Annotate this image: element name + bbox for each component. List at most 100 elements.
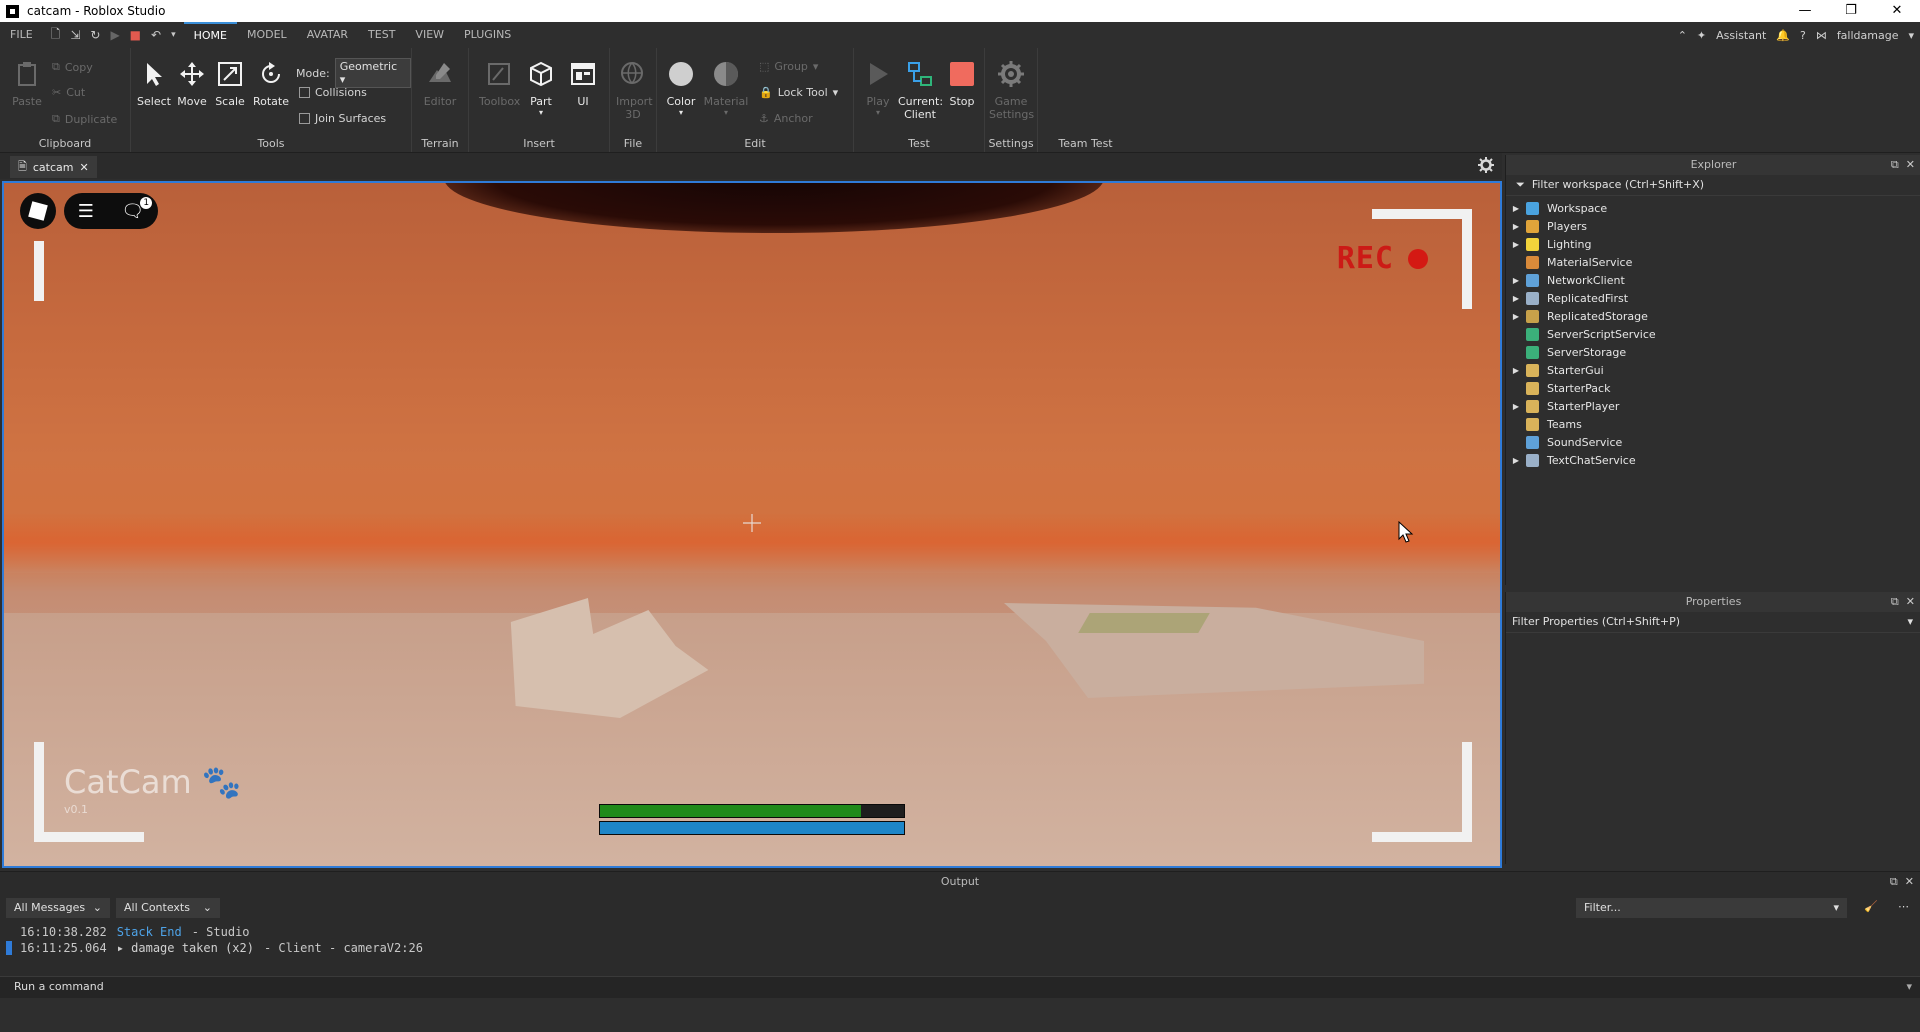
hamburger-menu-icon[interactable]: ☰: [78, 201, 94, 222]
explorer-item[interactable]: SoundService: [1506, 433, 1920, 451]
join-surfaces-toggle[interactable]: Join Surfaces: [299, 112, 386, 125]
explorer-item[interactable]: ▶ ReplicatedStorage: [1506, 307, 1920, 325]
chevron-down-icon[interactable]: ▾: [521, 108, 561, 117]
share-icon[interactable]: ⋈: [1816, 29, 1827, 42]
rotate-button[interactable]: Rotate: [251, 60, 291, 108]
group-button[interactable]: ⬚ Group ▾: [759, 60, 818, 73]
chevron-down-icon[interactable]: ▾: [1906, 980, 1912, 993]
color-button[interactable]: Color ▾: [661, 60, 701, 117]
new-file-icon[interactable]: 🗋: [51, 25, 61, 46]
clear-output-broom-icon[interactable]: 🧹: [1864, 900, 1878, 913]
expand-arrow-icon[interactable]: ▶: [1506, 204, 1526, 213]
expand-arrow-icon[interactable]: ▶: [1506, 240, 1526, 249]
lock-tool-button[interactable]: 🔒 Lock Tool ▾: [759, 86, 838, 99]
all-contexts-dropdown[interactable]: All Contexts ⌄: [116, 898, 220, 918]
explorer-item[interactable]: MaterialService: [1506, 253, 1920, 271]
expand-arrow-icon[interactable]: ▶: [1506, 402, 1526, 411]
chevron-down-icon[interactable]: ▾: [661, 108, 701, 117]
tab-test[interactable]: TEST: [358, 22, 405, 48]
more-options-icon[interactable]: ⋯: [1898, 900, 1909, 913]
explorer-item[interactable]: ServerScriptService: [1506, 325, 1920, 343]
chevron-down-icon[interactable]: ▾: [171, 30, 176, 40]
chevron-down-icon[interactable]: ▾: [1908, 29, 1914, 42]
assistant-button[interactable]: Assistant: [1716, 29, 1766, 42]
properties-filter-input[interactable]: Filter Properties (Ctrl+Shift+P) ▾: [1506, 612, 1920, 633]
play-small-icon[interactable]: ▶: [110, 28, 119, 42]
explorer-item[interactable]: ▶ StarterPlayer: [1506, 397, 1920, 415]
close-panel-icon[interactable]: ✕: [1906, 595, 1915, 608]
command-bar[interactable]: Run a command ▾: [0, 976, 1920, 999]
mode-dropdown[interactable]: Geometric ▾: [334, 58, 411, 88]
explorer-item[interactable]: ServerStorage: [1506, 343, 1920, 361]
collisions-toggle[interactable]: Collisions: [299, 86, 367, 99]
duplicate-button[interactable]: ⧉ Duplicate: [52, 112, 117, 126]
chevron-down-icon[interactable]: ▾: [703, 108, 749, 117]
notifications-icon[interactable]: 🔔: [1776, 29, 1790, 42]
stop-button[interactable]: Stop: [942, 60, 982, 108]
explorer-item[interactable]: ▶ ReplicatedFirst: [1506, 289, 1920, 307]
chat-icon[interactable]: 🗨 1: [121, 196, 153, 222]
chevron-down-icon[interactable]: ▾: [858, 108, 898, 117]
join-surfaces-checkbox[interactable]: [299, 113, 310, 124]
play-button[interactable]: Play ▾: [858, 60, 898, 117]
explorer-item[interactable]: ▶ Workspace: [1506, 199, 1920, 217]
viewport-settings-gear-icon[interactable]: [1478, 157, 1494, 173]
redo-icon[interactable]: ↻: [90, 28, 100, 42]
output-filter-input[interactable]: Filter... ▾: [1576, 898, 1847, 918]
explorer-item[interactable]: ▶ Players: [1506, 217, 1920, 235]
game-viewport[interactable]: ☰ 🗨 1 REC CatCam 🐾 v0.1: [2, 181, 1502, 868]
roblox-menu-button[interactable]: [20, 193, 56, 229]
maximize-icon[interactable]: ❐: [1828, 0, 1874, 22]
tab-model[interactable]: MODEL: [237, 22, 297, 48]
minimize-icon[interactable]: —: [1782, 0, 1828, 22]
move-button[interactable]: Move: [175, 60, 209, 108]
explorer-item[interactable]: ▶ TextChatService: [1506, 451, 1920, 469]
expand-arrow-icon[interactable]: ▶: [1506, 222, 1526, 231]
chevron-down-icon[interactable]: ▾: [1907, 612, 1913, 632]
paste-button[interactable]: Paste: [8, 60, 46, 108]
expand-arrow-icon[interactable]: ▶: [1506, 312, 1526, 321]
open-file-icon[interactable]: ⇲: [70, 28, 80, 42]
explorer-filter-input[interactable]: ⏷ Filter workspace (Ctrl+Shift+X): [1506, 175, 1920, 196]
import-3d-button[interactable]: Import 3D: [612, 60, 654, 121]
explorer-item[interactable]: StarterPack: [1506, 379, 1920, 397]
tab-plugins[interactable]: PLUGINS: [454, 22, 521, 48]
material-button[interactable]: Material ▾: [703, 60, 749, 117]
expand-arrow-icon[interactable]: ▶: [1506, 366, 1526, 375]
undock-icon[interactable]: ⧉: [1891, 595, 1899, 608]
user-name[interactable]: falldamage: [1837, 29, 1899, 42]
select-button[interactable]: Select: [137, 60, 171, 108]
part-button[interactable]: Part ▾: [521, 60, 561, 117]
tab-avatar[interactable]: AVATAR: [297, 22, 358, 48]
output-log-row[interactable]: 16:11:25.064 ▸ damage taken (x2) - Client …: [0, 940, 1900, 956]
explorer-item[interactable]: ▶ NetworkClient: [1506, 271, 1920, 289]
tab-home[interactable]: HOME: [183, 22, 237, 48]
doc-tab-catcam[interactable]: 🗎 catcam ✕: [10, 156, 97, 178]
expand-arrow-icon[interactable]: ▶: [1506, 456, 1526, 465]
cut-button[interactable]: ✂ Cut: [52, 86, 85, 99]
stop-small-icon[interactable]: ■: [130, 28, 141, 42]
explorer-item[interactable]: Teams: [1506, 415, 1920, 433]
copy-button[interactable]: ⧉ Copy: [52, 60, 93, 74]
close-panel-icon[interactable]: ✕: [1906, 158, 1915, 171]
scale-button[interactable]: Scale: [213, 60, 247, 108]
mode-selector[interactable]: Mode: Geometric ▾: [296, 58, 411, 88]
explorer-item[interactable]: ▶ Lighting: [1506, 235, 1920, 253]
expand-arrow-icon[interactable]: ▶: [1506, 276, 1526, 285]
output-log-row[interactable]: 16:10:38.282 Stack End - Studio: [0, 924, 1900, 940]
all-messages-dropdown[interactable]: All Messages ⌄: [6, 898, 110, 918]
undo-icon[interactable]: ↶: [151, 28, 161, 42]
assistant-icon[interactable]: ✦: [1697, 29, 1706, 42]
game-settings-button[interactable]: Game Settings: [989, 60, 1034, 121]
close-tab-icon[interactable]: ✕: [79, 161, 88, 174]
expand-arrow-icon[interactable]: ▶: [1506, 294, 1526, 303]
anchor-button[interactable]: ⚓ Anchor: [759, 112, 813, 125]
collapse-ribbon-icon[interactable]: ⌃: [1678, 29, 1687, 42]
explorer-item[interactable]: ▶ StarterGui: [1506, 361, 1920, 379]
tab-view[interactable]: VIEW: [405, 22, 454, 48]
toolbox-button[interactable]: Toolbox: [479, 60, 520, 108]
collisions-checkbox[interactable]: [299, 87, 310, 98]
terrain-editor-button[interactable]: Editor: [420, 60, 460, 108]
current-client-button[interactable]: Current: Client: [898, 60, 943, 121]
close-icon[interactable]: ✕: [1874, 0, 1920, 22]
